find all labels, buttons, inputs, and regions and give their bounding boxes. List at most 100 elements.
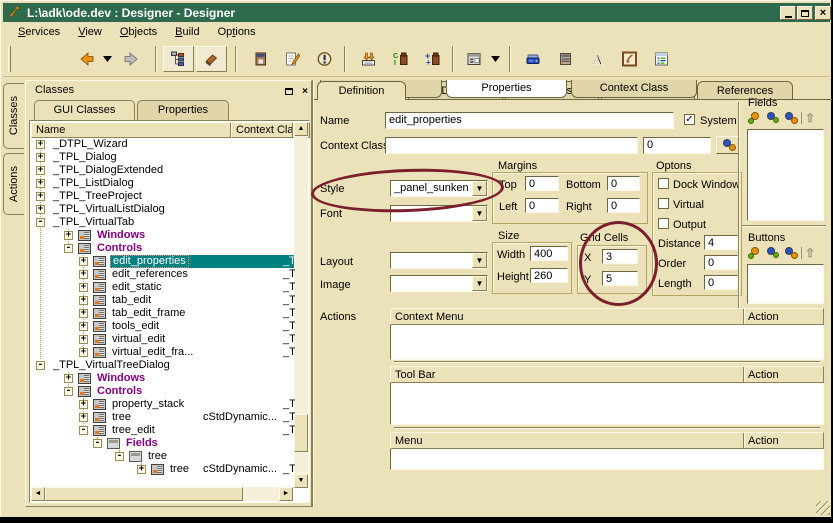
collapse-icon[interactable]: -: [64, 244, 73, 253]
tree-item-label[interactable]: _TPL_DialogExtended: [51, 164, 165, 177]
link-button[interactable]: [615, 46, 643, 72]
forward-button[interactable]: [117, 46, 145, 72]
insert-button-icon[interactable]: [765, 246, 780, 260]
tree-row-tree[interactable]: +treecStdDynamic..._T: [31, 463, 295, 476]
tree-item-label[interactable]: tab_edit_frame: [110, 307, 187, 320]
tree-row-tools-edit[interactable]: +tools_edit_T: [31, 320, 295, 333]
layout-dropdown[interactable]: ▼: [390, 252, 488, 269]
tree-item-label[interactable]: _TPL_ListDialog: [51, 177, 136, 190]
save-button[interactable]: [519, 46, 547, 72]
book-button[interactable]: [246, 46, 274, 72]
virtual-checkbox[interactable]: [658, 198, 669, 209]
tree-item-label[interactable]: _TPL_TreeProject: [51, 190, 144, 203]
tab-references[interactable]: References: [697, 81, 793, 100]
expand-icon[interactable]: +: [36, 166, 45, 175]
context-class-count-input[interactable]: 0: [643, 137, 711, 154]
order-input[interactable]: 0: [704, 255, 738, 270]
tab-gui-classes[interactable]: GUI Classes: [34, 100, 135, 120]
tree-row--tpl-listdialog[interactable]: +_TPL_ListDialog: [31, 177, 295, 190]
class-tree-button[interactable]: [163, 46, 194, 72]
tree-item-label[interactable]: _DTPL_Wizard: [51, 138, 130, 151]
expand-icon[interactable]: +: [36, 140, 45, 149]
fields-list[interactable]: [747, 129, 824, 221]
buttons-list[interactable]: [747, 264, 824, 304]
collapse-icon[interactable]: -: [64, 387, 73, 396]
move-up-icon[interactable]: ⇧: [805, 247, 815, 259]
close-button[interactable]: ×: [815, 6, 831, 20]
form-dropdown-button[interactable]: [489, 46, 502, 72]
eraser-button[interactable]: [196, 46, 227, 72]
image-dropdown[interactable]: ▼: [390, 275, 488, 292]
column-divider[interactable]: [743, 309, 745, 324]
delete-field-icon[interactable]: [783, 111, 798, 125]
tree-row-virtual-edit[interactable]: +virtual_edit_T: [31, 333, 295, 346]
tree-item-label[interactable]: Controls: [95, 385, 144, 398]
tree-row-edit-references[interactable]: +edit_references_T: [31, 268, 295, 281]
length-input[interactable]: 0: [704, 275, 738, 290]
menu-header[interactable]: Menu Action: [390, 432, 824, 449]
tree-item-label[interactable]: _TPL_VirtualTab: [51, 216, 136, 229]
margin-bottom-input[interactable]: 0: [607, 176, 640, 191]
scroll-left-button[interactable]: ◄: [31, 487, 45, 501]
tree-row-tab-edit-frame[interactable]: +tab_edit_frame_T: [31, 307, 295, 320]
class-info-button[interactable]: CI: [386, 46, 414, 72]
menu-view[interactable]: View: [69, 24, 111, 40]
expand-icon[interactable]: +: [64, 231, 73, 240]
collapse-icon[interactable]: -: [93, 439, 102, 448]
dock-window-checkbox[interactable]: [658, 178, 669, 189]
style-dropdown[interactable]: _panel_sunken ▼: [390, 180, 488, 197]
tree-row--tpl-treeproject[interactable]: +_TPL_TreeProject: [31, 190, 295, 203]
tree-item-label[interactable]: _TPL_Dialog: [51, 151, 119, 164]
tree-row-fields[interactable]: -Fields: [31, 437, 295, 450]
tree-row-tree[interactable]: -tree: [31, 450, 295, 463]
tree-row--tpl-dialog[interactable]: + _TPL_Dialog: [31, 151, 295, 164]
tree-item-label[interactable]: edit_static: [110, 281, 164, 294]
expand-icon[interactable]: +: [64, 374, 73, 383]
vertical-scroll-thumb[interactable]: [294, 414, 308, 452]
system-checkbox[interactable]: ✓: [684, 114, 695, 125]
menu-list[interactable]: [390, 449, 824, 470]
expand-icon[interactable]: +: [137, 465, 146, 474]
menu-build[interactable]: Build: [166, 24, 208, 40]
back-dropdown-button[interactable]: [101, 46, 114, 72]
vertical-scrollbar[interactable]: ▲ ▼: [294, 122, 308, 488]
about-button[interactable]: [310, 46, 338, 72]
expand-icon[interactable]: +: [36, 153, 45, 162]
tree-item-label[interactable]: property_stack: [110, 398, 186, 411]
expand-icon[interactable]: +: [36, 205, 45, 214]
tab-context-class[interactable]: Context Class: [571, 80, 697, 98]
tree-row-edit-static[interactable]: +edit_static_T: [31, 281, 295, 294]
move-up-icon[interactable]: ⇧: [805, 112, 815, 124]
rail-tab-classes[interactable]: Classes: [3, 83, 24, 149]
tree-row--tpl-virtualtreedialog[interactable]: -_TPL_VirtualTreeDialog: [31, 359, 295, 372]
expand-icon[interactable]: +: [79, 322, 88, 331]
tree-row-controls[interactable]: -Controls: [31, 242, 295, 255]
tree-item-label[interactable]: tree: [168, 463, 191, 476]
title-bar[interactable]: L:\adk\ode.dev : Designer - Designer ×: [3, 3, 830, 22]
tree-item-label[interactable]: virtual_edit_fra...: [110, 346, 195, 359]
add-button-icon[interactable]: [747, 246, 762, 260]
minimize-button[interactable]: [780, 6, 796, 20]
tree-item-label[interactable]: tab_edit: [110, 294, 153, 307]
menu-services[interactable]: Services: [9, 24, 69, 40]
menu-options[interactable]: Options: [209, 24, 265, 40]
table-splitter[interactable]: [394, 427, 820, 429]
tree-row--tpl-virtuallistdialog[interactable]: +_TPL_VirtualListDialog: [31, 203, 295, 216]
margin-left-input[interactable]: 0: [525, 198, 559, 213]
tool-bar-list[interactable]: [390, 383, 824, 425]
tree-item-label[interactable]: _TPL_VirtualTreeDialog: [51, 359, 172, 372]
expand-icon[interactable]: +: [79, 309, 88, 318]
chevron-down-icon[interactable]: ▼: [472, 276, 487, 291]
back-button[interactable]: [73, 46, 101, 72]
height-input[interactable]: 260: [530, 268, 568, 283]
expand-icon[interactable]: +: [79, 283, 88, 292]
expand-icon[interactable]: +: [79, 296, 88, 305]
column-header-name[interactable]: Name: [31, 122, 231, 138]
tree-item-label[interactable]: Windows: [95, 229, 147, 242]
horizontal-scrollbar[interactable]: ◄ ►: [31, 487, 293, 501]
collapse-icon[interactable]: -: [36, 361, 45, 370]
insert-field-icon[interactable]: [765, 111, 780, 125]
context-class-picker-button[interactable]: [716, 136, 740, 154]
context-menu-header[interactable]: Context Menu Action: [390, 308, 824, 325]
chevron-down-icon[interactable]: ▼: [472, 181, 487, 196]
